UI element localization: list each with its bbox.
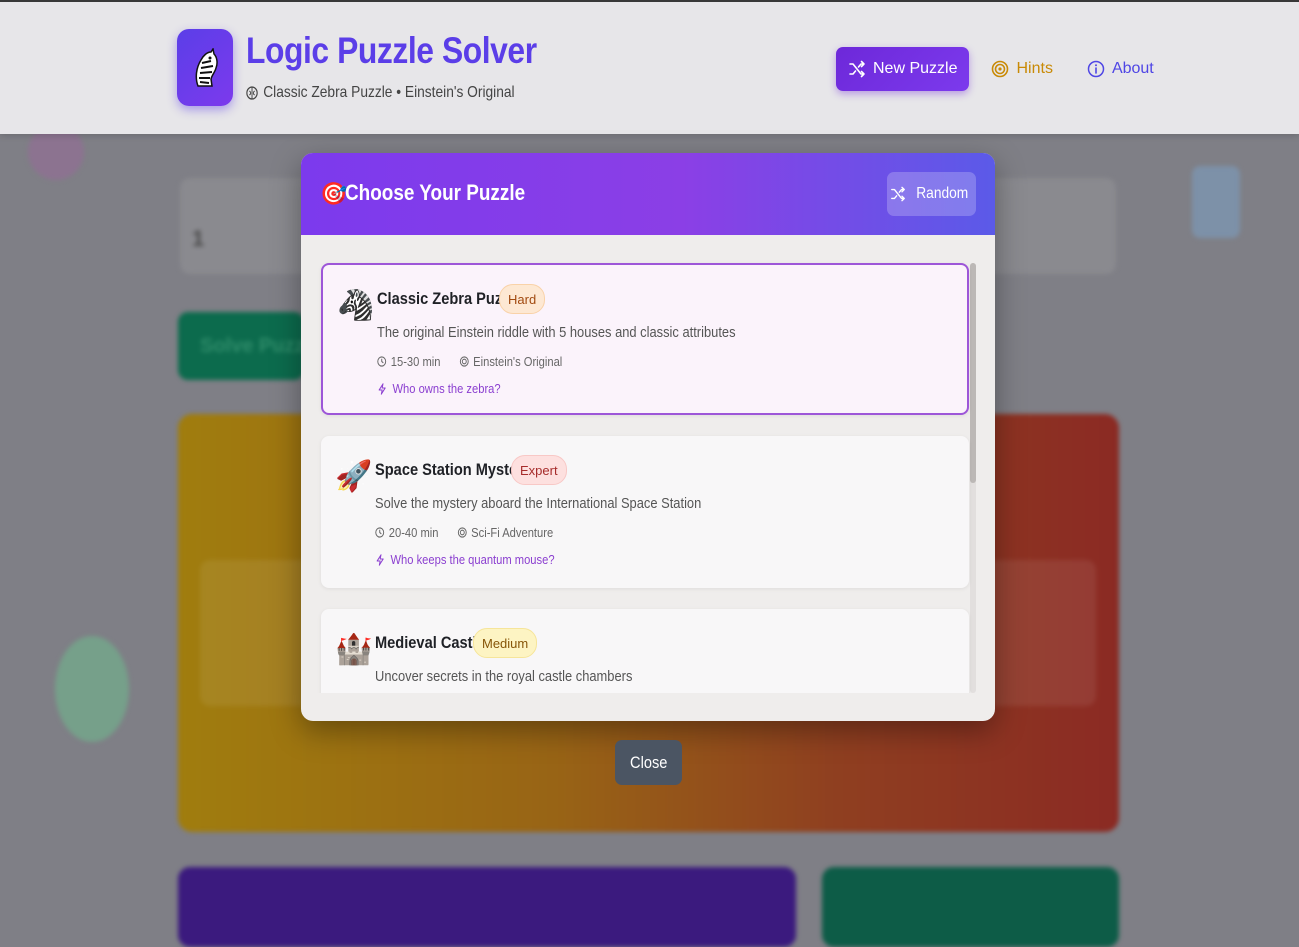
puzzle-selector-modal: 🎯 Choose Your Puzzle Random 🦓 Classic Ze… (301, 153, 995, 721)
new-puzzle-button[interactable]: New Puzzle (836, 47, 970, 91)
decorative-blob (55, 636, 129, 742)
puzzle-time: 15-30 min (390, 354, 441, 369)
puzzle-card-classic-zebra[interactable]: 🦓 Classic Zebra Puzzle Hard The original… (321, 263, 969, 415)
about-label: About (1111, 60, 1154, 77)
random-label: Random (916, 185, 969, 202)
app-subtitle: Classic Zebra Puzzle • Einstein's Origin… (246, 84, 515, 102)
new-puzzle-label: New Puzzle (873, 60, 958, 77)
hints-button[interactable]: Hints (979, 47, 1064, 91)
puzzle-description: Uncover secrets in the royal castle cham… (375, 668, 633, 685)
puzzle-category: Sci-Fi Adventure (471, 525, 554, 540)
subtitle-text: Classic Zebra Puzzle • Einstein's Origin… (263, 84, 515, 101)
stat-value: 1 (192, 226, 205, 251)
modal-title: Choose Your Puzzle (345, 180, 526, 205)
hints-label: Hints (1016, 60, 1053, 77)
puzzle-question-text: Who keeps the quantum mouse? (390, 552, 555, 567)
close-label: Close (629, 752, 668, 772)
decorative-card (1192, 166, 1240, 238)
app-title: Logic Puzzle Solver (246, 30, 537, 71)
puzzle-description: The original Einstein riddle with 5 hous… (377, 324, 736, 341)
puzzle-question: Who keeps the quantum mouse? (375, 552, 555, 567)
info-icon (1087, 60, 1105, 78)
puzzle-meta: 15-30 min Einstein's Original (377, 354, 562, 369)
brain-icon (246, 86, 258, 100)
target-icon (457, 527, 467, 538)
puzzle-list[interactable]: 🦓 Classic Zebra Puzzle Hard The original… (301, 235, 995, 693)
puzzle-question: Who owns the zebra? (377, 381, 501, 396)
puzzle-constraints-panel (822, 867, 1119, 947)
puzzle-category: Einstein's Original (473, 354, 563, 369)
shuffle-icon (891, 186, 906, 202)
castle-icon: 🏰 (335, 633, 373, 666)
solve-puzzle-button[interactable]: Solve Puzzle (178, 312, 304, 380)
random-puzzle-button[interactable]: Random (887, 172, 976, 216)
house-attributes-panel (178, 867, 796, 947)
difficulty-badge: Expert (511, 455, 567, 485)
difficulty-badge: Hard (499, 284, 546, 314)
difficulty-badge: Medium (473, 628, 538, 658)
clock-icon (377, 356, 387, 367)
scrollbar-thumb[interactable] (970, 263, 976, 483)
zebra-icon: 🦓 (337, 289, 375, 322)
lightning-icon (376, 553, 384, 566)
target-icon (459, 356, 469, 367)
zebra-icon (195, 47, 218, 87)
close-modal-button[interactable]: Close (615, 740, 682, 785)
app-logo (177, 29, 233, 106)
modal-header: 🎯 Choose Your Puzzle Random (301, 153, 995, 235)
puzzle-meta: 20-40 min Sci-Fi Adventure (375, 525, 553, 540)
header-nav: New Puzzle Hints About (836, 47, 1166, 91)
puzzle-name: Medieval Castle (375, 633, 485, 652)
about-button[interactable]: About (1075, 47, 1166, 91)
puzzle-name: Space Station Mystery (375, 460, 532, 479)
shuffle-icon (849, 60, 865, 78)
puzzle-description: Solve the mystery aboard the Internation… (375, 495, 702, 512)
puzzle-card-medieval-castle[interactable]: 🏰 Medieval Castle Medium Uncover secrets… (321, 609, 969, 693)
app-header: Logic Puzzle Solver Classic Zebra Puzzle… (0, 2, 1299, 134)
clock-icon (375, 527, 385, 538)
solve-puzzle-label: Solve Puzzle (200, 334, 304, 357)
puzzle-card-space-station[interactable]: 🚀 Space Station Mystery Expert Solve the… (321, 436, 969, 588)
puzzle-time: 20-40 min (388, 525, 439, 540)
rocket-icon: 🚀 (335, 460, 373, 493)
target-emoji-icon: 🎯 (320, 181, 348, 206)
target-icon (992, 60, 1009, 78)
puzzle-question-text: Who owns the zebra? (392, 381, 501, 396)
lightning-icon (378, 382, 386, 395)
